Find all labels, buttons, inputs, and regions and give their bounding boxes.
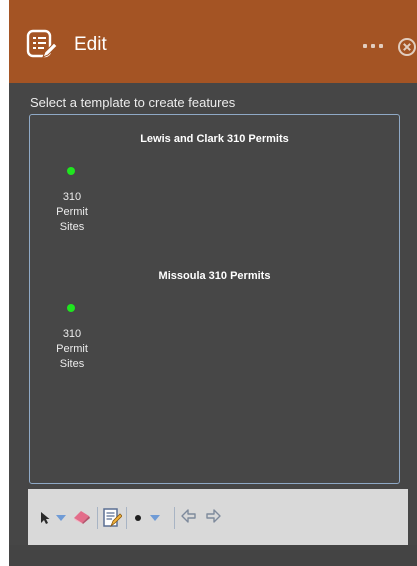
toolbar-separator (97, 507, 98, 529)
toolbar-separator (126, 507, 127, 529)
edit-toolbar (28, 489, 408, 545)
undo-icon[interactable] (180, 508, 198, 526)
eraser-icon[interactable] (72, 509, 92, 525)
point-symbol-icon (67, 167, 75, 175)
toolbar-separator (174, 507, 175, 529)
panel-header: Edit (9, 0, 417, 83)
template-label: 310 Permit Sites (56, 328, 88, 370)
attributes-icon[interactable] (102, 507, 122, 529)
select-arrow-icon[interactable] (40, 511, 50, 525)
point-icon[interactable] (134, 514, 142, 522)
more-options-icon[interactable] (363, 44, 385, 50)
panel-footer (9, 545, 417, 566)
template-item-permit-sites[interactable]: 310 Permit Sites (48, 167, 96, 247)
template-label: 310 Permit Sites (56, 191, 88, 233)
template-instruction: Select a template to create features (30, 95, 236, 110)
edit-widget-icon (26, 29, 57, 58)
redo-icon[interactable] (204, 508, 222, 526)
group-title-missoula: Missoula 310 Permits (158, 270, 271, 282)
close-icon[interactable] (397, 37, 417, 57)
template-item-permit-sites[interactable]: 310 Permit Sites (48, 304, 96, 384)
point-symbol-icon (67, 304, 75, 312)
template-picker: Lewis and Clark 310 Permits 310 Permit S… (29, 114, 400, 484)
dropdown-arrow-icon[interactable] (56, 515, 66, 522)
group-title-lewis-and-clark: Lewis and Clark 310 Permits (140, 133, 289, 145)
panel-title: Edit (74, 34, 107, 55)
edit-panel: Edit Select a template to create feature… (9, 0, 417, 566)
dropdown-arrow-icon[interactable] (150, 515, 160, 522)
